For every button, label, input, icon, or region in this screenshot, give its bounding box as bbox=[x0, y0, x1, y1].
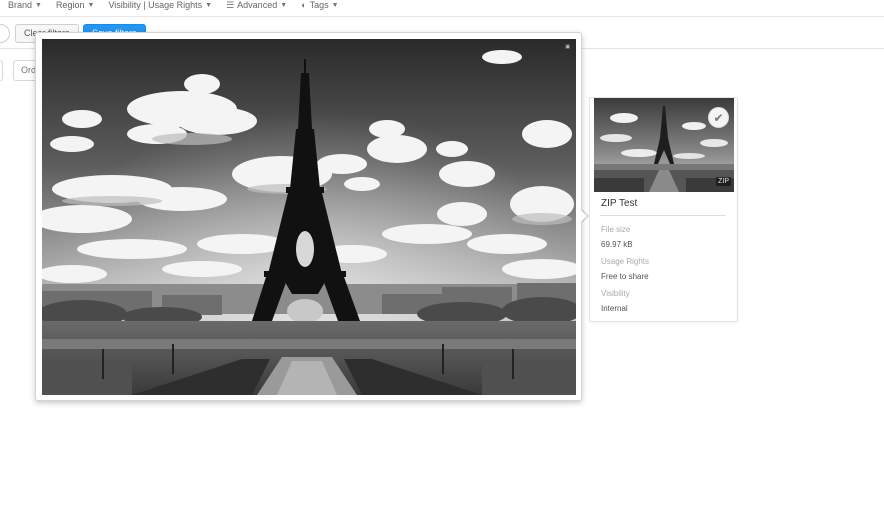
filter-advanced[interactable]: ☰ Advanced ▼ bbox=[226, 0, 287, 11]
usage-rights-value: Free to share bbox=[601, 272, 649, 281]
caret-down-icon: ▼ bbox=[280, 1, 288, 9]
toggle-icon: ◐ bbox=[301, 0, 307, 10]
caret-down-icon: ▼ bbox=[35, 1, 42, 9]
zip-badge: ZIP bbox=[716, 177, 731, 186]
selected-check-icon[interactable]: ✔ bbox=[708, 107, 729, 128]
filter-tags-label: Tags bbox=[309, 0, 329, 10]
preview-image: ▣ bbox=[42, 39, 576, 395]
asset-thumbnail[interactable]: ✔ ZIP bbox=[594, 98, 734, 192]
card-divider bbox=[600, 215, 726, 216]
visibility-value: Internal bbox=[601, 304, 628, 313]
watermark-logo: ▣ bbox=[565, 44, 570, 50]
filter-advanced-label: Advanced bbox=[237, 0, 278, 10]
filter-tags[interactable]: ◐ Tags ▼ bbox=[301, 0, 338, 10]
preview-pointer-fill bbox=[580, 209, 587, 223]
caret-down-icon: ▼ bbox=[87, 1, 95, 9]
asset-card[interactable]: ✔ ZIP ZIP Test File size 69.97 kB Usage … bbox=[589, 97, 738, 322]
caret-down-icon: ▼ bbox=[205, 1, 213, 9]
asset-title[interactable]: ZIP Test bbox=[601, 198, 637, 209]
round-toggle-button[interactable] bbox=[0, 24, 10, 43]
view-toggle-box[interactable] bbox=[0, 60, 3, 81]
visibility-label: Visibility bbox=[601, 289, 630, 298]
filter-region[interactable]: Region ▼ bbox=[56, 0, 94, 10]
filter-brand[interactable]: Brand ▼ bbox=[8, 0, 42, 10]
usage-rights-label: Usage Rights bbox=[601, 257, 650, 266]
eiffel-tower-photo bbox=[42, 39, 576, 395]
filter-visibility-label: Visibility | Usage Rights bbox=[108, 0, 203, 10]
filter-brand-label: Brand bbox=[8, 0, 33, 10]
filter-region-label: Region bbox=[55, 0, 85, 10]
image-preview-popup: ▣ bbox=[35, 32, 582, 401]
filter-bar: Brand ▼ Region ▼ Visibility | Usage Righ… bbox=[0, 0, 884, 17]
file-size-label: File size bbox=[601, 225, 631, 234]
caret-down-icon: ▼ bbox=[331, 1, 339, 9]
page: Brand ▼ Region ▼ Visibility | Usage Righ… bbox=[0, 0, 884, 514]
sliders-icon: ☰ bbox=[226, 0, 235, 10]
filter-visibility-usage-rights[interactable]: Visibility | Usage Rights ▼ bbox=[108, 0, 212, 10]
file-size-value: 69.97 kB bbox=[601, 240, 633, 249]
